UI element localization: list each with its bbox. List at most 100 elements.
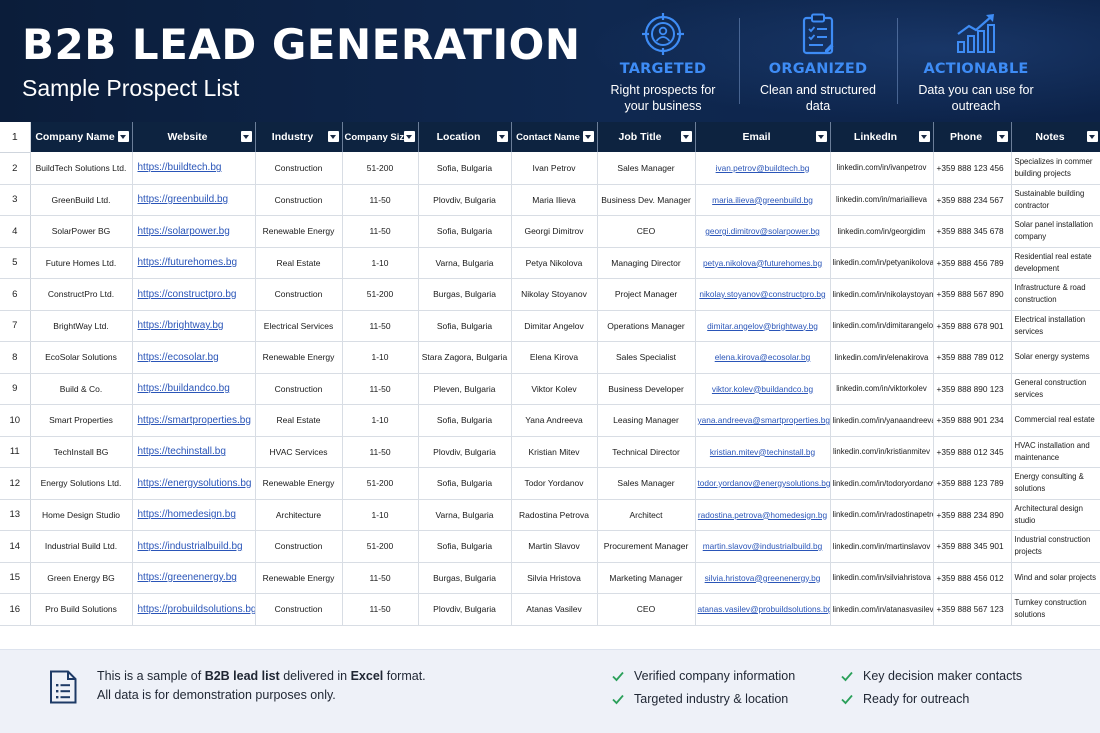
cell-location[interactable]: Pleven, Bulgaria bbox=[418, 373, 512, 405]
filter-dropdown-icon[interactable] bbox=[815, 131, 827, 142]
filter-dropdown-icon[interactable] bbox=[240, 131, 252, 142]
cell-website-link[interactable]: https://buildandco.bg bbox=[132, 373, 256, 405]
cell-company-name[interactable]: ConstructPro Ltd. bbox=[30, 278, 133, 311]
cell-email-link[interactable]: kristian.mitev@techinstall.bg bbox=[695, 436, 831, 468]
cell-company-size[interactable]: 51-200 bbox=[342, 530, 419, 563]
cell-job-title[interactable]: CEO bbox=[597, 593, 696, 626]
cell-phone[interactable]: +359 888 123 789 bbox=[933, 467, 1012, 500]
cell-location[interactable]: Varna, Bulgaria bbox=[418, 247, 512, 279]
cell-job-title[interactable]: Sales Manager bbox=[597, 467, 696, 500]
cell-email-link[interactable]: martin.slavov@industrialbuild.bg bbox=[695, 530, 831, 563]
cell-phone[interactable]: +359 888 123 456 bbox=[933, 152, 1012, 185]
cell-contact-name[interactable]: Martin Slavov bbox=[511, 530, 598, 563]
cell-linkedin[interactable]: linkedin.com/in/georgidim bbox=[830, 215, 934, 248]
filter-dropdown-icon[interactable] bbox=[496, 131, 508, 142]
cell-website-link[interactable]: https://futurehomes.bg bbox=[132, 247, 256, 279]
cell-company-name[interactable]: EcoSolar Solutions bbox=[30, 341, 133, 374]
cell-industry[interactable]: Construction bbox=[255, 373, 343, 405]
cell-contact-name[interactable]: Atanas Vasilev bbox=[511, 593, 598, 626]
cell-contact-name[interactable]: Ivan Petrov bbox=[511, 152, 598, 185]
cell-industry[interactable]: Renewable Energy bbox=[255, 215, 343, 248]
cell-notes[interactable]: Architectural design studio bbox=[1011, 499, 1100, 531]
cell-website-link[interactable]: https://smartproperties.bg bbox=[132, 404, 256, 437]
cell-company-name[interactable]: Pro Build Solutions bbox=[30, 593, 133, 626]
cell-contact-name[interactable]: Viktor Kolev bbox=[511, 373, 598, 405]
cell-company-size[interactable]: 51-200 bbox=[342, 278, 419, 311]
cell-job-title[interactable]: Managing Director bbox=[597, 247, 696, 279]
cell-linkedin[interactable]: linkedin.com/in/radostinapetrova bbox=[830, 499, 934, 531]
cell-contact-name[interactable]: Dimitar Angelov bbox=[511, 310, 598, 342]
cell-contact-name[interactable]: Maria Ilieva bbox=[511, 184, 598, 216]
column-header-website[interactable]: Website bbox=[132, 122, 256, 152]
cell-website-link[interactable]: https://brightway.bg bbox=[132, 310, 256, 342]
cell-email-link[interactable]: yana.andreeva@smartproperties.bg bbox=[695, 404, 831, 437]
cell-website-link[interactable]: https://energysolutions.bg bbox=[132, 467, 256, 500]
cell-email-link[interactable]: silvia.hristova@greenenergy.bg bbox=[695, 562, 831, 594]
cell-website-link[interactable]: https://industrialbuild.bg bbox=[132, 530, 256, 563]
column-header-notes[interactable]: Notes bbox=[1011, 122, 1100, 152]
cell-location[interactable]: Plovdiv, Bulgaria bbox=[418, 593, 512, 626]
cell-phone[interactable]: +359 888 567 123 bbox=[933, 593, 1012, 626]
cell-company-name[interactable]: BrightWay Ltd. bbox=[30, 310, 133, 342]
cell-notes[interactable]: Industrial construction projects bbox=[1011, 530, 1100, 563]
cell-location[interactable]: Varna, Bulgaria bbox=[418, 499, 512, 531]
cell-company-size[interactable]: 1-10 bbox=[342, 341, 419, 374]
cell-contact-name[interactable]: Elena Kirova bbox=[511, 341, 598, 374]
cell-notes[interactable]: HVAC installation and maintenance bbox=[1011, 436, 1100, 468]
cell-industry[interactable]: Electrical Services bbox=[255, 310, 343, 342]
column-header-contact-name[interactable]: Contact Name bbox=[511, 122, 598, 152]
cell-company-name[interactable]: TechInstall BG bbox=[30, 436, 133, 468]
cell-linkedin[interactable]: linkedin.com/in/kristianmitev bbox=[830, 436, 934, 468]
cell-phone[interactable]: +359 888 567 890 bbox=[933, 278, 1012, 311]
cell-job-title[interactable]: CEO bbox=[597, 215, 696, 248]
cell-notes[interactable]: Turnkey construction solutions bbox=[1011, 593, 1100, 626]
cell-linkedin[interactable]: linkedin.com/in/ivanpetrov bbox=[830, 152, 934, 185]
cell-company-size[interactable]: 1-10 bbox=[342, 404, 419, 437]
filter-dropdown-icon[interactable] bbox=[117, 131, 129, 142]
cell-contact-name[interactable]: Radostina Petrova bbox=[511, 499, 598, 531]
cell-website-link[interactable]: https://constructpro.bg bbox=[132, 278, 256, 311]
cell-phone[interactable]: +359 888 456 789 bbox=[933, 247, 1012, 279]
cell-company-size[interactable]: 51-200 bbox=[342, 467, 419, 500]
cell-company-name[interactable]: Home Design Studio bbox=[30, 499, 133, 531]
cell-email-link[interactable]: dimitar.angelov@brightway.bg bbox=[695, 310, 831, 342]
cell-phone[interactable]: +359 888 234 567 bbox=[933, 184, 1012, 216]
cell-website-link[interactable]: https://probuildsolutions.bg bbox=[132, 593, 256, 626]
cell-website-link[interactable]: https://ecosolar.bg bbox=[132, 341, 256, 374]
cell-industry[interactable]: Real Estate bbox=[255, 247, 343, 279]
cell-website-link[interactable]: https://solarpower.bg bbox=[132, 215, 256, 248]
column-header-location[interactable]: Location bbox=[418, 122, 512, 152]
cell-notes[interactable]: Infrastructure & road construction bbox=[1011, 278, 1100, 311]
cell-location[interactable]: Sofia, Bulgaria bbox=[418, 310, 512, 342]
cell-linkedin[interactable]: linkedin.com/in/nikolaystoyanov bbox=[830, 278, 934, 311]
filter-dropdown-icon[interactable] bbox=[680, 131, 692, 142]
cell-notes[interactable]: Sustainable building contractor bbox=[1011, 184, 1100, 216]
cell-email-link[interactable]: maria.ilieva@greenbuild.bg bbox=[695, 184, 831, 216]
cell-industry[interactable]: Architecture bbox=[255, 499, 343, 531]
cell-job-title[interactable]: Operations Manager bbox=[597, 310, 696, 342]
cell-linkedin[interactable]: linkedin.com/in/mariailieva bbox=[830, 184, 934, 216]
cell-linkedin[interactable]: linkedin.com/in/yanaandreeva bbox=[830, 404, 934, 437]
cell-email-link[interactable]: radostina.petrova@homedesign.bg bbox=[695, 499, 831, 531]
cell-notes[interactable]: Wind and solar projects bbox=[1011, 562, 1100, 594]
cell-job-title[interactable]: Leasing Manager bbox=[597, 404, 696, 437]
cell-website-link[interactable]: https://greenenergy.bg bbox=[132, 562, 256, 594]
cell-website-link[interactable]: https://homedesign.bg bbox=[132, 499, 256, 531]
cell-company-size[interactable]: 51-200 bbox=[342, 152, 419, 185]
cell-email-link[interactable]: georgi.dimitrov@solarpower.bg bbox=[695, 215, 831, 248]
cell-company-name[interactable]: GreenBuild Ltd. bbox=[30, 184, 133, 216]
cell-location[interactable]: Plovdiv, Bulgaria bbox=[418, 436, 512, 468]
cell-industry[interactable]: Construction bbox=[255, 184, 343, 216]
column-header-phone[interactable]: Phone bbox=[933, 122, 1012, 152]
cell-phone[interactable]: +359 888 901 234 bbox=[933, 404, 1012, 437]
column-header-linkedin[interactable]: LinkedIn bbox=[830, 122, 934, 152]
cell-location[interactable]: Sofia, Bulgaria bbox=[418, 152, 512, 185]
cell-company-size[interactable]: 11-50 bbox=[342, 436, 419, 468]
cell-email-link[interactable]: petya.nikolova@futurehomes.bg bbox=[695, 247, 831, 279]
cell-job-title[interactable]: Sales Manager bbox=[597, 152, 696, 185]
cell-phone[interactable]: +359 888 234 890 bbox=[933, 499, 1012, 531]
cell-industry[interactable]: Real Estate bbox=[255, 404, 343, 437]
cell-contact-name[interactable]: Yana Andreeva bbox=[511, 404, 598, 437]
cell-company-name[interactable]: Future Homes Ltd. bbox=[30, 247, 133, 279]
cell-notes[interactable]: Specializes in commer building projects bbox=[1011, 152, 1100, 185]
